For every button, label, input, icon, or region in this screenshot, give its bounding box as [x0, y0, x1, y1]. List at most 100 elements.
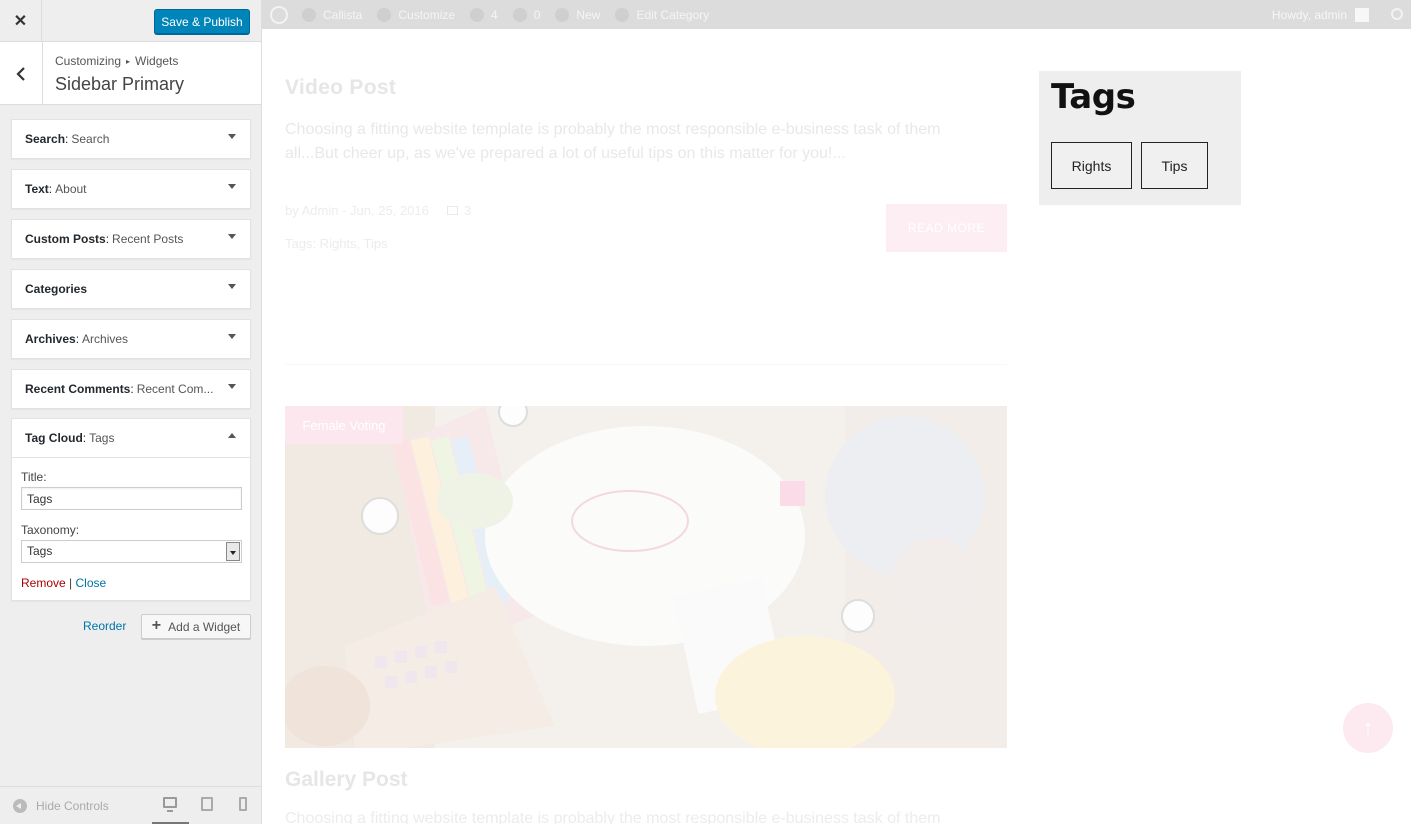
chevron-down-icon[interactable] [228, 234, 236, 239]
title-input[interactable] [21, 487, 242, 510]
tags-widget: Tags Rights Tips [1039, 71, 1241, 205]
mobile-preview-icon[interactable] [239, 797, 247, 811]
gallery-post-excerpt: Choosing a fitting website template is p… [285, 810, 941, 824]
site-preview: Callista Customize 4 0 New Edit Category… [262, 0, 1411, 824]
arrow-up-icon: ↑ [1362, 715, 1374, 740]
widget-header[interactable]: Search: Search [12, 120, 250, 158]
post-byline: by Admin - Jun, 25, 2016 [285, 203, 429, 218]
widget-header[interactable]: Recent Comments: Recent Com... [12, 370, 250, 408]
refresh-icon [470, 7, 485, 22]
post-meta: by Admin - Jun, 25, 2016 3 [285, 203, 471, 218]
breadcrumb: Customizing ▸ Widgets [55, 54, 178, 68]
back-button[interactable] [0, 42, 43, 105]
close-widget-link[interactable]: Close [76, 576, 107, 590]
hide-controls-button[interactable]: Hide Controls [13, 799, 109, 813]
chevron-down-icon[interactable] [228, 184, 236, 189]
edit-category-label: Edit Category [636, 7, 710, 22]
widget-archives[interactable]: Archives: Archives [11, 319, 251, 359]
post-tags: Tags: Rights, Tips [285, 236, 388, 251]
admin-bar-customize[interactable]: Customize [377, 7, 455, 22]
widget-text[interactable]: Text: About [11, 169, 251, 209]
close-customizer-button[interactable]: ✕ [0, 0, 42, 42]
hide-controls-label: Hide Controls [36, 799, 109, 813]
admin-bar: Callista Customize 4 0 New Edit Category… [262, 0, 1411, 29]
comments-count: 0 [533, 7, 541, 22]
widget-header[interactable]: Custom Posts: Recent Posts [12, 220, 250, 258]
tablet-preview-icon[interactable] [201, 797, 213, 811]
widget-type: Archives [25, 332, 76, 346]
collapse-icon [13, 799, 27, 813]
add-widget-button[interactable]: + Add a Widget [141, 614, 251, 639]
close-icon: ✕ [13, 13, 28, 30]
post-divider [285, 364, 1007, 365]
widget-tag-cloud[interactable]: Tag Cloud:Tags Title: Taxonomy: Tags Rem… [11, 418, 251, 601]
desktop-preview-icon[interactable] [163, 797, 177, 812]
plus-icon [555, 7, 570, 22]
widget-actions: Remove | Close [21, 576, 241, 590]
widget-header[interactable]: Archives: Archives [12, 320, 250, 358]
new-label: New [576, 7, 601, 22]
section-header: Customizing ▸ Widgets Sidebar Primary [0, 42, 261, 105]
admin-bar-site[interactable]: Callista [302, 7, 362, 22]
scroll-to-top-button[interactable]: ↑ [1343, 703, 1393, 753]
avatar [1355, 8, 1369, 22]
widget-search[interactable]: Search: Search [11, 119, 251, 159]
chevron-down-icon[interactable] [228, 334, 236, 339]
admin-bar-comments[interactable]: 0 [512, 7, 541, 22]
tag-tips[interactable]: Tips [1141, 142, 1208, 189]
title-label: Title: [21, 470, 47, 484]
post-excerpt: Choosing a fitting website template is p… [285, 121, 941, 162]
admin-bar-edit[interactable]: Edit Category [615, 7, 710, 22]
read-more-button[interactable]: READ MORE [886, 204, 1007, 252]
brush-icon [377, 7, 392, 22]
customizer-sidebar: ✕ Save & Publish Customizing ▸ Widgets Sid… [0, 0, 262, 824]
gallery-post-title[interactable]: Gallery Post [285, 768, 408, 792]
featured-image-illustration [285, 406, 1007, 748]
post-title[interactable]: Video Post [285, 76, 396, 100]
category-badge[interactable]: Female Voting [285, 406, 403, 444]
chevron-down-icon[interactable] [228, 134, 236, 139]
widget-title: About [55, 182, 87, 196]
post-featured-image[interactable] [285, 406, 1007, 748]
chevron-down-icon[interactable] [228, 284, 236, 289]
chevron-down-icon[interactable] [228, 384, 236, 389]
section-title: Sidebar Primary [55, 74, 185, 94]
tag-rights[interactable]: Rights [1051, 142, 1132, 189]
widget-type: Search [25, 132, 66, 146]
chevron-left-icon [16, 66, 25, 81]
chevron-up-icon[interactable] [228, 433, 236, 438]
widget-title: Tags [89, 431, 115, 445]
comment-count: 3 [463, 203, 472, 218]
updates-count: 4 [491, 7, 498, 22]
add-widget-label: Add a Widget [168, 619, 241, 634]
dropdown-arrow-icon[interactable] [226, 542, 240, 561]
admin-bar-updates[interactable]: 4 [470, 7, 498, 22]
post-comments[interactable]: 3 [446, 203, 472, 218]
customizer-footer: Hide Controls [0, 786, 261, 824]
search-icon[interactable] [1391, 8, 1403, 20]
save-publish-button[interactable]: Save & Publish [154, 9, 250, 34]
plus-icon: + [151, 616, 162, 634]
admin-bar-account[interactable]: Howdy, admin [1272, 8, 1369, 22]
remove-widget-link[interactable]: Remove [21, 576, 66, 590]
widget-custom-posts[interactable]: Custom Posts: Recent Posts [11, 219, 251, 259]
link-separator: | [69, 576, 73, 590]
pencil-icon [615, 7, 630, 22]
wordpress-logo-icon[interactable] [270, 5, 288, 24]
widget-header[interactable]: Categories [12, 270, 250, 308]
widget-type: Recent Comments [25, 382, 131, 396]
widget-header[interactable]: Text: About [12, 170, 250, 208]
widget-header[interactable]: Tag Cloud: Tags [12, 419, 250, 457]
customizer-header: ✕ Save & Publish [0, 0, 261, 42]
reorder-link[interactable]: Reorder [83, 619, 126, 633]
widget-type: Tag Cloud [25, 431, 83, 445]
taxonomy-label: Taxonomy: [21, 523, 80, 537]
widget-title: Recent Com... [136, 382, 214, 396]
admin-bar-new[interactable]: New [555, 7, 601, 22]
breadcrumb-root: Customizing [55, 54, 122, 68]
tags-widget-title: Tags [1051, 77, 1136, 117]
widget-recent-comments[interactable]: Recent Comments: Recent Com... [11, 369, 251, 409]
taxonomy-select[interactable]: Tags [21, 540, 242, 563]
comment-icon [446, 206, 458, 215]
widget-categories[interactable]: Categories [11, 269, 251, 309]
